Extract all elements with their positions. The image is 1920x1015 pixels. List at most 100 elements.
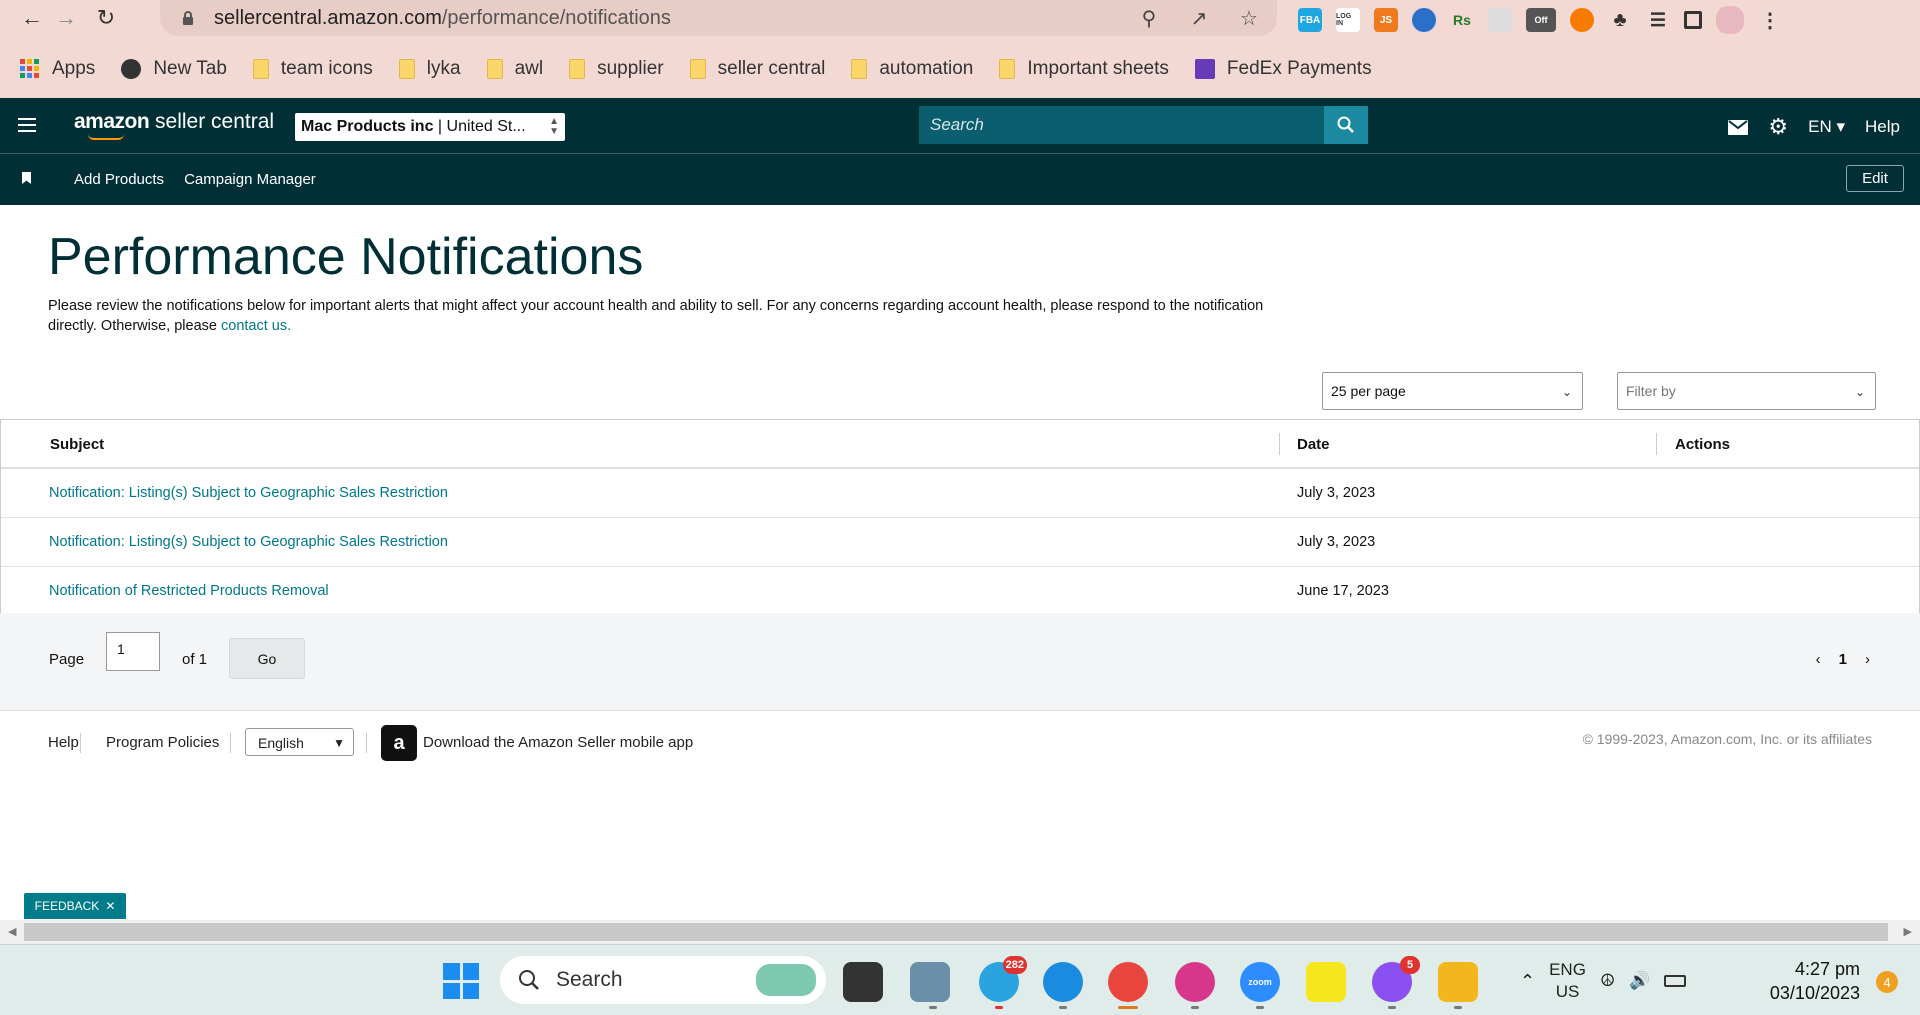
- taskbar-search[interactable]: Search: [500, 956, 826, 1004]
- edge-icon[interactable]: [1043, 962, 1083, 1002]
- scroll-thumb[interactable]: [24, 923, 1888, 941]
- more-menu-icon[interactable]: ⋮: [1758, 8, 1782, 32]
- bookmark-apps[interactable]: Apps: [20, 58, 95, 80]
- bookmark-seller-central[interactable]: seller central: [689, 58, 825, 80]
- off-extension-icon[interactable]: Off: [1526, 8, 1556, 32]
- js-extension-icon[interactable]: JS: [1374, 8, 1398, 32]
- wifi-icon[interactable]: ☮: [1600, 971, 1615, 991]
- volume-icon[interactable]: 🔊: [1629, 971, 1650, 991]
- edit-button[interactable]: Edit: [1846, 165, 1904, 192]
- amazon-app-icon[interactable]: a: [381, 725, 417, 761]
- page-label: Page: [49, 651, 85, 668]
- share-icon[interactable]: ↗: [1187, 6, 1211, 30]
- file-explorer-icon[interactable]: [1438, 962, 1478, 1002]
- puzzle-icon[interactable]: ♣: [1608, 8, 1632, 32]
- zoom-icon[interactable]: ⚲: [1137, 6, 1161, 30]
- search-button[interactable]: [1324, 106, 1368, 144]
- search-input[interactable]: Search: [919, 115, 1324, 135]
- program-policies-link[interactable]: Program Policies: [106, 734, 219, 751]
- close-icon[interactable]: ✕: [105, 899, 115, 913]
- notification-link[interactable]: Notification of Restricted Products Remo…: [49, 583, 329, 599]
- login-extension-icon[interactable]: LOG IN: [1336, 8, 1360, 32]
- back-icon[interactable]: ←: [18, 4, 46, 32]
- bookmark-automation[interactable]: automation: [851, 58, 973, 80]
- side-panel-icon[interactable]: [1684, 11, 1702, 29]
- page-number-input[interactable]: 1: [106, 632, 160, 671]
- copyright: © 1999-2023, Amazon.com, Inc. or its aff…: [1582, 731, 1872, 747]
- calculator-icon[interactable]: [910, 962, 950, 1002]
- bookmark-awl[interactable]: awl: [486, 58, 543, 80]
- fba-extension-icon[interactable]: FBA: [1298, 8, 1322, 32]
- seller-central-logo[interactable]: amazon seller central: [74, 110, 274, 140]
- zoom-icon[interactable]: zoom: [1240, 962, 1280, 1002]
- filter-select[interactable]: Filter by ⌄: [1617, 372, 1876, 410]
- scroll-left-icon[interactable]: ◀: [8, 925, 16, 938]
- input-language[interactable]: ENG US: [1549, 959, 1586, 1003]
- bookmark-team-icons[interactable]: team icons: [252, 58, 373, 80]
- hamburger-menu-icon[interactable]: [18, 118, 36, 132]
- battery-icon[interactable]: [1664, 975, 1687, 987]
- copy-extension-icon[interactable]: [1488, 8, 1512, 32]
- footer-divider: [80, 733, 81, 753]
- download-app-link[interactable]: Download the Amazon Seller mobile app: [423, 734, 693, 751]
- horizontal-scrollbar[interactable]: ◀ ▶: [0, 920, 1920, 944]
- messenger-icon[interactable]: 5: [1372, 956, 1420, 1002]
- account-switcher[interactable]: Mac Products inc | United St... ▲ ▼: [295, 113, 565, 141]
- running-indicator: [1388, 1006, 1396, 1009]
- notification-link[interactable]: Notification: Listing(s) Subject to Geog…: [49, 534, 448, 550]
- notification-count[interactable]: 4: [1876, 971, 1898, 993]
- bookmark-fedex-payments[interactable]: FedEx Payments: [1194, 58, 1372, 80]
- profile-avatar[interactable]: [1716, 6, 1744, 34]
- star-icon[interactable]: ☆: [1237, 6, 1261, 30]
- switcher-arrows-icon: ▲ ▼: [549, 116, 559, 137]
- current-page[interactable]: 1: [1839, 651, 1847, 668]
- prev-page-icon[interactable]: ‹: [1816, 651, 1821, 668]
- scroll-right-icon[interactable]: ▶: [1904, 925, 1912, 938]
- orange-extension-icon[interactable]: [1570, 8, 1594, 32]
- wps-icon[interactable]: [1175, 962, 1215, 1002]
- search-box[interactable]: Search: [919, 106, 1368, 144]
- media-list-icon[interactable]: ☰: [1646, 8, 1670, 32]
- bookmark-icon[interactable]: [22, 172, 31, 184]
- chevron-up-icon[interactable]: ⌃: [1520, 971, 1535, 992]
- folder-icon: [851, 59, 868, 79]
- page-title: Performance Notifications: [48, 228, 644, 286]
- notification-link[interactable]: Notification: Listing(s) Subject to Geog…: [49, 485, 448, 501]
- per-page-select[interactable]: 25 per page ⌄: [1322, 372, 1583, 410]
- bookmark-important-sheets[interactable]: Important sheets: [999, 58, 1169, 80]
- contact-us-link[interactable]: contact us.: [221, 318, 291, 334]
- footer-help-link[interactable]: Help: [48, 734, 79, 751]
- help-link[interactable]: Help: [1865, 117, 1900, 137]
- clock[interactable]: 4:27 pm 03/10/2023: [1770, 957, 1860, 1005]
- helper-extension-icon[interactable]: [1412, 8, 1436, 32]
- telegram-icon[interactable]: 282: [979, 956, 1027, 1002]
- rs-extension-icon[interactable]: Rs: [1450, 8, 1474, 32]
- nav-campaign-manager[interactable]: Campaign Manager: [184, 171, 316, 188]
- address-bar[interactable]: sellercentral.amazon.com/performance/not…: [160, 0, 1277, 36]
- nav-add-products[interactable]: Add Products: [74, 171, 164, 188]
- column-actions: Actions: [1675, 436, 1731, 453]
- chevron-down-icon: ⌄: [1561, 385, 1572, 399]
- chrome-icon[interactable]: [1108, 962, 1148, 1002]
- bookmark-lyka[interactable]: lyka: [398, 58, 461, 80]
- toolbar: ← → ↻ sellercentral.amazon.com/performan…: [0, 0, 1920, 36]
- bookmarks-bar: Apps New Tab team icons lyka awl supplie…: [0, 52, 1920, 86]
- notification-date: June 17, 2023: [1297, 583, 1389, 599]
- forward-icon[interactable]: →: [52, 4, 80, 32]
- search-icon: [1337, 116, 1354, 133]
- footer-language-select[interactable]: English ▼: [245, 728, 354, 756]
- bookmark-new-tab[interactable]: New Tab: [121, 58, 227, 80]
- go-button[interactable]: Go: [229, 638, 305, 679]
- running-indicator: [1059, 1006, 1067, 1009]
- reload-icon[interactable]: ↻: [92, 4, 120, 32]
- bookmark-supplier[interactable]: supplier: [569, 58, 664, 80]
- language-selector[interactable]: EN ▾: [1808, 117, 1845, 137]
- feedback-tab[interactable]: FEEDBACK ✕: [24, 893, 126, 919]
- task-view-icon[interactable]: [843, 962, 883, 1002]
- next-page-icon[interactable]: ›: [1865, 651, 1870, 668]
- start-icon[interactable]: [443, 963, 479, 999]
- messenger-badge: 5: [1400, 956, 1420, 974]
- mail-icon[interactable]: [1728, 119, 1749, 135]
- settings-gear-icon[interactable]: ⚙: [1768, 114, 1788, 140]
- sticky-notes-icon[interactable]: [1306, 962, 1346, 1002]
